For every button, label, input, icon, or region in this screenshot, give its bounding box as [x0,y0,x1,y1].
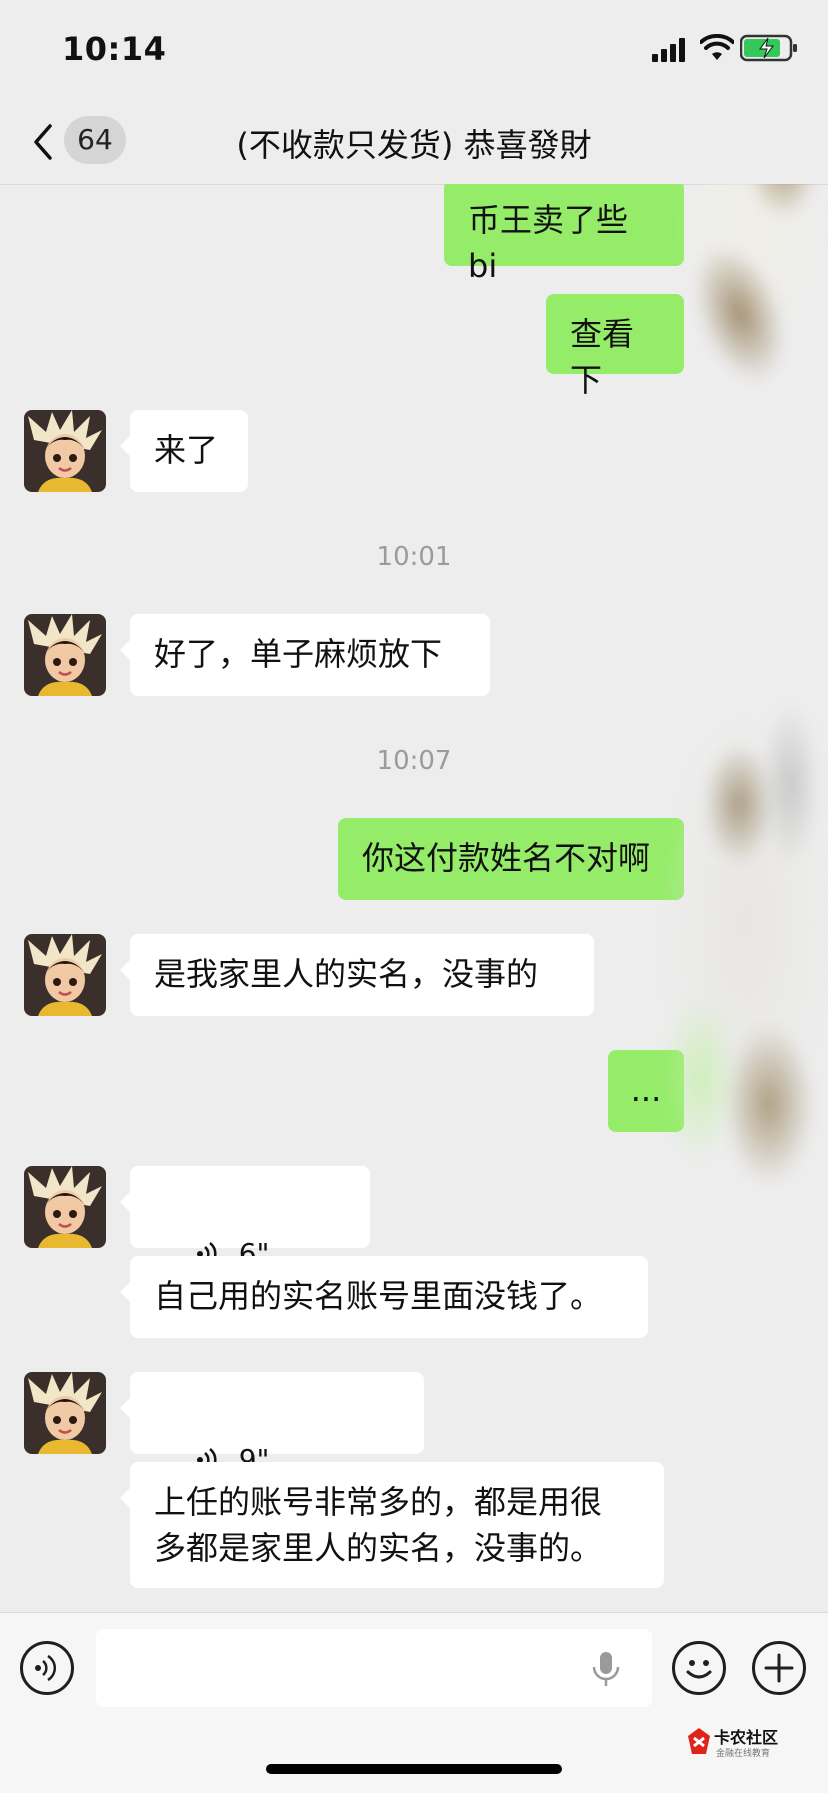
watermark-brand: 卡农社区 [714,1728,779,1747]
wifi-icon [700,34,734,60]
redaction-smudge [660,994,740,1164]
redaction-smudge [760,704,820,864]
plus-icon [764,1653,794,1683]
message-input[interactable] [96,1629,652,1707]
more-options-button[interactable] [752,1641,806,1695]
watermark-logo-icon [688,1728,710,1754]
message-incoming[interactable]: 自己用的实名账号里面没钱了。 [120,1256,648,1338]
status-time: 10:14 [62,30,167,68]
avatar[interactable] [24,934,106,1016]
voice-message[interactable]: 6" [120,1166,370,1270]
avatar[interactable] [24,1372,106,1454]
avatar[interactable] [24,614,106,696]
voice-input-toggle-button[interactable] [20,1641,74,1695]
message-outgoing[interactable]: 你这付款姓名不对啊 [338,818,684,900]
back-chevron-icon[interactable] [24,118,64,166]
cellular-signal-icon [652,38,685,62]
message-list[interactable]: 币王卖了些 bi 查看下 来了 10:01 好了，单子麻烦放下 10:07 你这… [0,184,828,1612]
watermark-subtitle: 金融在线教育 [716,1749,771,1759]
message-outgoing[interactable]: 查看下 [546,294,684,399]
voice-message[interactable]: 9" [120,1372,424,1476]
home-indicator[interactable] [266,1764,562,1774]
chat-title: (不收款只发货) 恭喜發財 [236,126,592,164]
smiley-icon [686,1660,712,1679]
emoji-button[interactable] [672,1641,726,1695]
message-incoming[interactable]: 是我家里人的实名，没事的 [120,934,594,1016]
message-outgoing[interactable]: 币王卖了些 bi [444,184,684,285]
avatar[interactable] [24,410,106,492]
chat-header: 64 (不收款只发货) 恭喜發財 [0,100,828,185]
avatar[interactable] [24,1166,106,1248]
microphone-icon[interactable] [590,1651,622,1687]
timestamp: 10:01 [376,542,452,572]
message-incoming[interactable]: 来了 [120,410,248,492]
voice-wave-icon [35,1654,57,1682]
message-incoming[interactable]: 好了，单子麻烦放下 [120,614,490,696]
status-bar: 10:14 [0,0,828,100]
unread-count-badge[interactable]: 64 [64,116,126,164]
message-incoming[interactable]: 上任的账号非常多的，都是用很 多都是家里人的实名，没事的。 [120,1462,664,1588]
battery-charging-icon [740,34,797,62]
